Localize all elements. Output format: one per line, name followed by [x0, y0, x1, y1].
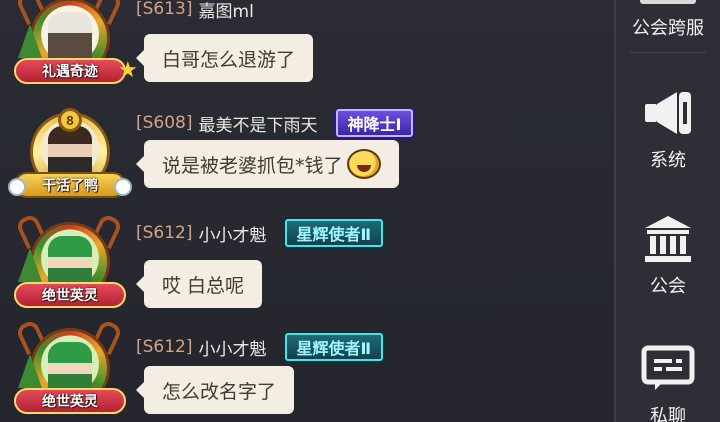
sender-line: [S612] 小小才魁 星辉使者Ⅱ	[136, 333, 384, 361]
chat-message: 绝世英灵 [S612] 小小才魁 星辉使者Ⅱ 怎么改名字了	[0, 318, 614, 422]
tab-indicator	[640, 0, 696, 4]
guild-hall-icon	[645, 216, 691, 262]
christmas-tree-icon	[18, 354, 42, 388]
player-name[interactable]: 小小才魁	[199, 335, 267, 360]
server-tag: [S612]	[136, 223, 193, 243]
frame-title-ribbon: 礼遇奇迹	[14, 58, 126, 84]
sender-line: [S612] 小小才魁 星辉使者Ⅱ	[136, 219, 384, 247]
player-name[interactable]: 嘉图ml	[199, 0, 254, 22]
message-text: 白哥怎么退游了	[162, 48, 296, 71]
sender-line: [S608] 最美不是下雨天 神降士Ⅰ	[136, 109, 414, 137]
character-portrait	[48, 236, 92, 288]
title-badge: 神降士Ⅰ	[335, 109, 414, 137]
frame-title-ribbon: 绝世英灵	[14, 388, 126, 414]
frame-title-ribbon: 绝世英灵	[14, 282, 126, 308]
chat-message: 礼遇奇迹 ★ [S613] 嘉图ml 白哥怎么退游了	[0, 0, 614, 100]
christmas-tree-icon	[18, 248, 42, 282]
channel-sidebar: 公会跨服 系统 公会 私聊	[614, 0, 720, 422]
message-bubble: 哎 白总呢	[135, 260, 263, 308]
server-tag: [S608]	[136, 113, 193, 133]
snowman-icon	[114, 178, 132, 196]
tab-guild-cross-server[interactable]: 公会跨服	[616, 14, 720, 40]
avatar[interactable]: 绝世英灵	[14, 318, 126, 416]
player-name[interactable]: 小小才魁	[199, 221, 267, 246]
snowman-icon	[8, 178, 26, 196]
message-bubble: 白哥怎么退游了	[135, 34, 314, 82]
message-bubble: 怎么改名字了	[135, 366, 295, 414]
sender-line: [S613] 嘉图ml	[136, 0, 254, 22]
title-badge: 星辉使者Ⅱ	[284, 333, 384, 361]
message-bubble: 说是被老婆抓包*钱了	[136, 140, 399, 188]
message-text: 说是被老婆抓包*钱了	[162, 154, 343, 177]
christmas-tree-icon	[18, 24, 42, 58]
level-coin: 8	[58, 108, 82, 132]
chat-bubble-icon	[641, 345, 695, 390]
tab-label: 私聊	[650, 406, 686, 422]
character-portrait	[48, 126, 92, 178]
avatar[interactable]: 绝世英灵	[14, 212, 126, 310]
server-tag: [S612]	[136, 337, 193, 357]
chat-message: 8 干活了鸭 [S608] 最美不是下雨天 神降士Ⅰ 说是被老婆抓包*钱了	[0, 104, 614, 214]
character-portrait	[48, 342, 92, 394]
tab-private-chat[interactable]: 私聊	[616, 336, 720, 422]
server-tag: [S613]	[136, 0, 193, 19]
tab-guild[interactable]: 公会	[616, 206, 720, 306]
megaphone-icon	[645, 92, 691, 134]
player-name[interactable]: 最美不是下雨天	[199, 111, 318, 136]
message-text: 怎么改名字了	[162, 380, 277, 403]
divider	[630, 52, 706, 53]
chat-panel: 礼遇奇迹 ★ [S613] 嘉图ml 白哥怎么退游了 8 干活了鸭 [S608]…	[0, 0, 614, 422]
frame-title-ribbon: 干活了鸭	[14, 172, 126, 198]
chat-message: 绝世英灵 [S612] 小小才魁 星辉使者Ⅱ 哎 白总呢	[0, 212, 614, 324]
tab-label: 公会	[650, 276, 686, 297]
title-badge: 星辉使者Ⅱ	[284, 219, 384, 247]
avatar[interactable]: 礼遇奇迹 ★	[14, 0, 138, 86]
avatar[interactable]: 8 干活了鸭	[8, 108, 132, 200]
character-portrait	[48, 12, 92, 64]
tab-system[interactable]: 系统	[616, 80, 720, 180]
laughing-emoji-icon	[346, 149, 381, 179]
message-text: 哎 白总呢	[162, 274, 245, 297]
tab-label: 系统	[650, 150, 686, 171]
star-icon: ★	[118, 58, 138, 83]
